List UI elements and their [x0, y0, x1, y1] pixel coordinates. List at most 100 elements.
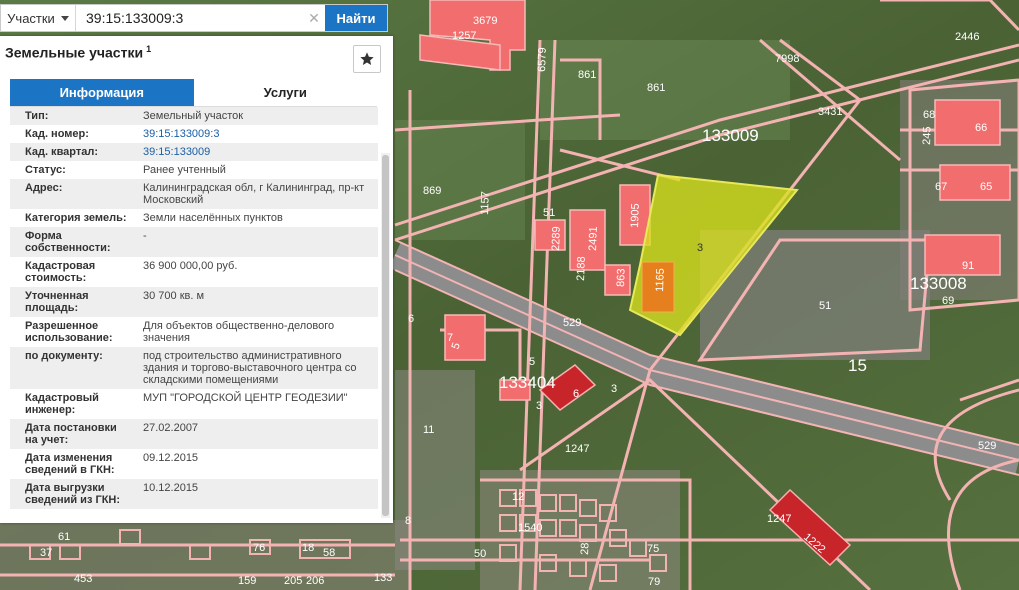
svg-text:133008: 133008 — [910, 274, 967, 293]
cadastral-quarter-link[interactable]: 39:15:133009 — [130, 143, 378, 161]
table-row: Дата изменения сведений в ГКН: 09.12.2015 — [10, 449, 378, 479]
svg-text:206: 206 — [306, 575, 324, 587]
table-row: Кад. квартал: 39:15:133009 — [10, 143, 378, 161]
row-key: Уточненная площадь: — [25, 290, 89, 314]
table-row: Адрес: Калининградская обл, г Калининград… — [10, 179, 378, 209]
svg-text:91: 91 — [962, 260, 974, 272]
svg-text:6: 6 — [408, 313, 414, 325]
svg-text:75: 75 — [647, 543, 659, 555]
svg-text:79: 79 — [648, 576, 660, 588]
svg-text:15: 15 — [848, 356, 867, 375]
row-value: Калининградская обл, г Калининград, пр-к… — [143, 182, 365, 206]
table-row: Дата выгрузки сведений из ГКН: 10.12.2015 — [10, 479, 378, 509]
svg-text:861: 861 — [647, 82, 665, 94]
clear-icon[interactable]: ✕ — [303, 10, 325, 27]
svg-text:69: 69 — [942, 295, 954, 307]
svg-text:861: 861 — [578, 69, 596, 81]
row-key: Форма собственности: — [25, 230, 111, 254]
table-row: Кадастровый инженер: МУП "ГОРОДСКОЙ ЦЕНТР… — [10, 389, 378, 419]
table-row: Уточненная площадь: 30 700 кв. м — [10, 287, 378, 317]
svg-text:2289: 2289 — [550, 226, 563, 251]
svg-text:2188: 2188 — [575, 256, 588, 281]
svg-text:18: 18 — [302, 542, 314, 554]
row-value: Ранее учтенный — [143, 164, 226, 176]
row-key: Кад. номер: — [25, 128, 89, 140]
panel-title: Земельные участки 1 — [5, 44, 151, 61]
row-key: Тип: — [25, 110, 49, 122]
star-icon — [360, 52, 374, 65]
row-value: Земельный участок — [143, 110, 244, 122]
row-value: под строительство административного здан… — [143, 350, 357, 386]
svg-text:66: 66 — [975, 122, 987, 134]
svg-text:133404: 133404 — [499, 373, 556, 392]
svg-text:1540: 1540 — [518, 522, 542, 534]
info-panel: Земельные участки 1 Информация Услуги Тип… — [0, 36, 393, 523]
svg-text:50: 50 — [474, 548, 486, 560]
find-button[interactable]: Найти — [325, 5, 387, 31]
panel-scrollbar[interactable] — [381, 153, 390, 518]
svg-text:76: 76 — [253, 542, 265, 554]
chevron-down-icon — [60, 15, 69, 21]
row-key: Дата выгрузки сведений из ГКН: — [25, 482, 121, 506]
table-row: Кадастровая стоимость: 36 900 000,00 руб. — [10, 257, 378, 287]
svg-text:1905: 1905 — [629, 203, 642, 228]
svg-text:245: 245 — [921, 126, 934, 145]
svg-text:51: 51 — [819, 300, 831, 312]
svg-text:1247: 1247 — [565, 443, 589, 455]
svg-text:3431: 3431 — [818, 106, 842, 118]
search-scope-dropdown[interactable]: Участки — [1, 5, 76, 31]
table-row: Кад. номер: 39:15:133009:3 — [10, 125, 378, 143]
panel-title-count: 1 — [146, 44, 152, 54]
favorite-button[interactable] — [353, 45, 381, 73]
row-key: Кадастровый инженер: — [25, 392, 99, 416]
row-key: Кадастровая стоимость: — [25, 260, 96, 284]
row-key: по документу: — [25, 350, 103, 362]
row-value: Земли населённых пунктов — [143, 212, 283, 224]
svg-text:6: 6 — [573, 388, 579, 400]
svg-text:3: 3 — [697, 242, 703, 254]
svg-text:3: 3 — [611, 383, 617, 395]
row-key: Категория земель: — [25, 212, 127, 224]
row-value: МУП "ГОРОДСКОЙ ЦЕНТР ГЕОДЕЗИИ" — [143, 392, 348, 404]
svg-text:205: 205 — [284, 575, 302, 587]
svg-text:11: 11 — [423, 424, 434, 436]
svg-text:2446: 2446 — [955, 31, 979, 43]
svg-text:28: 28 — [579, 542, 591, 555]
svg-text:133: 133 — [374, 572, 392, 584]
row-key: Адрес: — [25, 182, 63, 194]
svg-text:12: 12 — [512, 491, 524, 503]
svg-text:1257: 1257 — [452, 30, 476, 42]
cadastral-number-link[interactable]: 39:15:133009:3 — [130, 125, 378, 143]
row-value: - — [143, 230, 147, 242]
search-scope-label: Участки — [7, 10, 55, 26]
row-value: 30 700 кв. м — [143, 290, 205, 302]
table-row: Дата постановки на учет: 27.02.2007 — [10, 419, 378, 449]
table-row: Разрешенное использование: Для объектов о… — [10, 317, 378, 347]
table-row: Категория земель: Земли населённых пункто… — [10, 209, 378, 227]
row-value: 36 900 000,00 руб. — [143, 260, 238, 272]
tabs: Информация Услуги — [10, 79, 377, 107]
table-row: Тип: Земельный участок — [10, 107, 378, 125]
svg-text:2491: 2491 — [587, 226, 600, 251]
svg-text:1247: 1247 — [767, 513, 791, 525]
row-key: Кад. квартал: — [25, 146, 99, 158]
svg-text:58: 58 — [323, 547, 335, 559]
row-value: Для объектов общественно-делового значен… — [143, 320, 335, 344]
attributes-table: Тип: Земельный участок Кад. номер: 39:15:1… — [10, 107, 378, 513]
row-value: 10.12.2015 — [143, 482, 199, 494]
svg-text:68: 68 — [923, 109, 935, 121]
svg-text:159: 159 — [238, 575, 256, 587]
svg-text:3: 3 — [536, 400, 542, 412]
tab-services[interactable]: Услуги — [193, 79, 377, 106]
svg-text:6579: 6579 — [536, 47, 549, 72]
search-input[interactable] — [76, 5, 303, 31]
row-key: Дата постановки на учет: — [25, 422, 117, 446]
svg-text:8: 8 — [405, 515, 411, 527]
svg-text:37: 37 — [40, 547, 52, 559]
table-row: Форма собственности: - — [10, 227, 378, 257]
tab-information[interactable]: Информация — [10, 79, 194, 106]
scrollbar-thumb[interactable] — [382, 155, 389, 516]
row-key: Статус: — [25, 164, 66, 176]
svg-text:7998: 7998 — [775, 53, 799, 65]
svg-text:1165: 1165 — [654, 268, 667, 292]
